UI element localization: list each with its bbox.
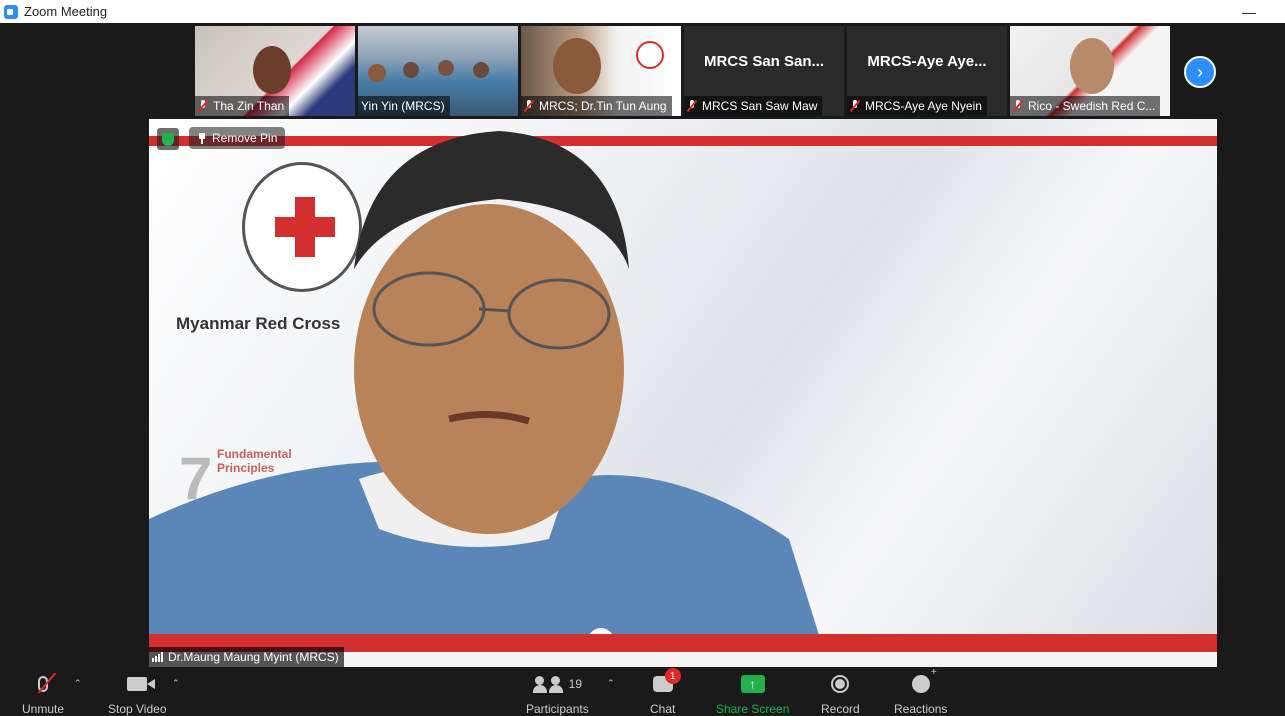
stop-video-button[interactable]: Stop Video (108, 672, 167, 716)
video-camera-icon (127, 677, 156, 691)
participant-thumbnail[interactable]: MRCS San San... MRCS San Saw Maw (684, 26, 844, 116)
participants-count: 19 (568, 677, 583, 691)
participant-name: Tha Zin Than (213, 99, 285, 113)
chat-button[interactable]: 1 Chat (650, 668, 681, 716)
chat-bubble-icon: 1 (652, 668, 681, 692)
thumbnail-strip: Tha Zin Than Yin Yin (MRCS) MRCS; Dr.Tin… (195, 26, 1170, 116)
participant-thumbnail[interactable]: Yin Yin (MRCS) (358, 26, 518, 116)
participant-name: MRCS; Dr.Tin Tun Aung (539, 99, 667, 113)
muted-mic-icon (1013, 100, 1023, 112)
participants-caret-icon[interactable]: ⌃ (607, 678, 615, 689)
pinned-video: Myanmar Red Cross 7 Fundamental Principl… (149, 119, 1217, 667)
participant-name: Rico - Swedish Red C... (1028, 99, 1156, 113)
video-options-caret-icon[interactable]: ⌃ (172, 678, 180, 689)
meeting-stage: Tha Zin Than Yin Yin (MRCS) MRCS; Dr.Tin… (0, 23, 1285, 668)
speaker-name-tag: Dr.Maung Maung Myint (MRCS) (149, 647, 344, 667)
remove-pin-button[interactable]: Remove Pin (189, 127, 286, 149)
minimize-button[interactable]: — (1239, 0, 1259, 23)
share-screen-label: Share Screen (716, 702, 790, 716)
participant-name: Yin Yin (MRCS) (361, 99, 445, 113)
reaction-smiley-icon (911, 667, 937, 693)
muted-mic-icon (524, 100, 534, 112)
chat-label: Chat (650, 702, 676, 716)
window-title: Zoom Meeting (24, 4, 108, 19)
participant-thumbnail[interactable]: MRCS; Dr.Tin Tun Aung (521, 26, 681, 116)
encryption-shield-icon[interactable] (157, 128, 179, 150)
share-screen-arrow-icon: ↑ (740, 675, 765, 693)
record-label: Record (821, 702, 860, 716)
participant-big-label: MRCS-Aye Aye... (867, 52, 987, 70)
muted-mic-icon (198, 100, 208, 112)
unmute-button[interactable]: Unmute (22, 672, 64, 716)
muted-mic-icon (850, 100, 860, 112)
signal-bars-icon (152, 652, 163, 662)
speaker-video (149, 131, 829, 667)
participants-button[interactable]: 19 Participants (526, 672, 589, 716)
zoom-app-icon (4, 4, 18, 19)
record-icon (831, 675, 850, 693)
title-bar: Zoom Meeting — (0, 0, 1285, 23)
reactions-button[interactable]: Reactions (894, 667, 948, 716)
participant-big-label: MRCS San San... (703, 52, 825, 70)
participant-thumbnail[interactable]: MRCS-Aye Aye... MRCS-Aye Aye Nyein (847, 26, 1007, 116)
muted-mic-icon (687, 100, 697, 112)
record-button[interactable]: Record (821, 672, 860, 716)
audio-options-caret-icon[interactable]: ⌃ (74, 678, 82, 689)
chat-unread-badge: 1 (664, 668, 681, 684)
participants-label: Participants (526, 702, 589, 716)
stop-video-label: Stop Video (108, 702, 167, 716)
meeting-toolbar: Unmute ⌃ Stop Video ⌃ 19 Participants ⌃ … (0, 667, 1285, 716)
next-page-chevron-icon[interactable]: › (1184, 56, 1216, 88)
participant-name: MRCS San Saw Maw (702, 99, 818, 113)
participants-icon (532, 675, 563, 693)
pin-icon (197, 132, 207, 144)
unmute-label: Unmute (22, 702, 65, 716)
participant-name: MRCS-Aye Aye Nyein (865, 99, 982, 113)
participant-thumbnail[interactable]: Tha Zin Than (195, 26, 355, 116)
speaker-name: Dr.Maung Maung Myint (MRCS) (168, 650, 339, 664)
reactions-label: Reactions (894, 702, 948, 716)
share-screen-button[interactable]: ↑ Share Screen (716, 672, 789, 716)
participant-thumbnail[interactable]: Rico - Swedish Red C... (1010, 26, 1170, 116)
remove-pin-label: Remove Pin (212, 131, 278, 145)
